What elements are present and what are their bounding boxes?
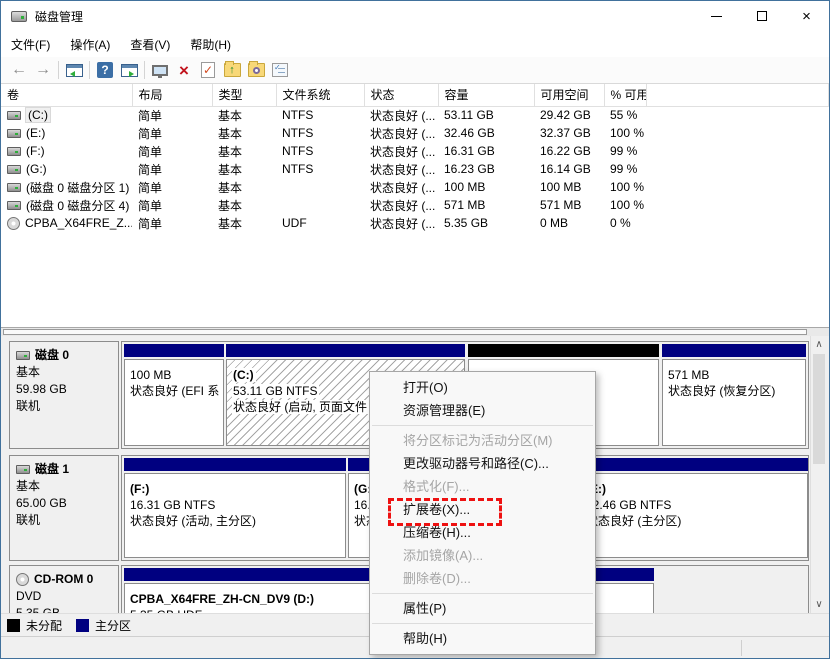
menu-item-explorer[interactable]: 资源管理器(E) [370, 399, 595, 422]
menu-action[interactable]: 操作(A) [60, 32, 120, 57]
cd-icon [7, 217, 20, 230]
menu-separator [372, 593, 593, 594]
table-row[interactable]: (C:) 简单基本 NTFS状态良好 (... 53.11 GB29.42 GB… [1, 106, 829, 124]
menu-item-change-drive-letter[interactable]: 更改驱动器号和路径(C)... [370, 452, 595, 475]
disk-1-label[interactable]: 磁盘 1 基本 65.00 GB 联机 [9, 455, 119, 561]
app-icon [11, 11, 27, 22]
volume-icon [7, 111, 21, 120]
minimize-icon [711, 16, 722, 17]
table-row[interactable]: (E:) 简单基本 NTFS状态良好 (... 32.46 GB32.37 GB… [1, 124, 829, 142]
close-button[interactable]: × [784, 1, 829, 31]
status-bar-divider [741, 640, 742, 656]
disk-management-window: 磁盘管理 × 文件(F) 操作(A) 查看(V) 帮助(H) ← → ? × ✓… [0, 0, 830, 659]
toolbar-separator [89, 61, 90, 79]
table-row[interactable]: (G:) 简单基本 NTFS状态良好 (... 16.23 GB16.14 GB… [1, 160, 829, 178]
table-header-row: 卷 布局 类型 文件系统 状态 容量 可用空间 % 可用 [1, 84, 829, 106]
menu-separator [372, 623, 593, 624]
menu-item-format: 格式化(F)... [370, 475, 595, 498]
cdrom-0-label[interactable]: CD-ROM 0 DVD 5.35 GB [9, 565, 119, 613]
menu-separator [372, 425, 593, 426]
menu-bar: 文件(F) 操作(A) 查看(V) 帮助(H) [1, 31, 829, 57]
action-pane-icon[interactable] [117, 59, 141, 81]
back-icon[interactable]: ← [7, 59, 31, 81]
primary-partition-bar [124, 458, 346, 471]
context-menu: 打开(O) 资源管理器(E) 将分区标记为活动分区(M) 更改驱动器号和路径(C… [369, 371, 596, 655]
col-layout[interactable]: 布局 [132, 84, 212, 106]
table-row[interactable]: CPBA_X64FRE_Z... 简单基本 UDF状态良好 (... 5.35 … [1, 214, 829, 232]
scroll-up-icon[interactable]: ∧ [811, 336, 827, 353]
check-disk-icon[interactable]: ✓ [196, 59, 220, 81]
volume-icon [7, 147, 21, 156]
table-row[interactable]: (磁盘 0 磁盘分区 4) 简单基本 状态良好 (... 571 MB571 M… [1, 196, 829, 214]
menu-item-delete-volume: 删除卷(D)... [370, 567, 595, 590]
partition-e[interactable]: (E:)32.46 GB NTFS状态良好 (主分区) [580, 458, 808, 558]
menu-item-extend-volume[interactable]: 扩展卷(X)... [370, 498, 595, 521]
help-icon[interactable]: ? [93, 59, 117, 81]
scroll-down-icon[interactable]: ∨ [811, 596, 827, 613]
partition-f[interactable]: (F:)16.31 GB NTFS状态良好 (活动, 主分区) [124, 458, 346, 558]
primary-partition-bar [580, 458, 808, 471]
legend-unallocated: 未分配 [7, 617, 62, 634]
disk-icon [16, 351, 30, 360]
toolbar-separator [144, 61, 145, 79]
close-icon: × [802, 9, 811, 24]
horizontal-scrollbar[interactable] [1, 327, 829, 336]
partition-recovery[interactable]: 571 MB状态良好 (恢复分区) [662, 344, 806, 446]
col-volume[interactable]: 卷 [1, 84, 132, 106]
toolbar: ← → ? × ✓ ↑ [1, 57, 829, 84]
menu-item-properties[interactable]: 属性(P) [370, 597, 595, 620]
volume-icon [7, 129, 21, 138]
primary-partition-bar [124, 344, 224, 357]
table-row[interactable]: (磁盘 0 磁盘分区 1) 简单基本 状态良好 (... 100 MB100 M… [1, 178, 829, 196]
col-capacity[interactable]: 容量 [438, 84, 534, 106]
volume-icon [7, 183, 21, 192]
disk-0-label[interactable]: 磁盘 0 基本 59.98 GB 联机 [9, 341, 119, 449]
horizontal-scrollbar-thumb[interactable] [3, 329, 807, 335]
folder-up-icon[interactable]: ↑ [220, 59, 244, 81]
legend-primary-partition: 主分区 [76, 617, 131, 634]
primary-partition-swatch [76, 619, 89, 632]
menu-item-open[interactable]: 打开(O) [370, 376, 595, 399]
primary-partition-bar [226, 344, 465, 357]
minimize-button[interactable] [694, 1, 739, 31]
maximize-button[interactable] [739, 1, 784, 31]
col-status[interactable]: 状态 [364, 84, 438, 106]
unallocated-bar [468, 344, 659, 357]
menu-help[interactable]: 帮助(H) [180, 32, 241, 57]
partition-efi[interactable]: 100 MB状态良好 (EFI 系 [124, 344, 224, 446]
maximize-icon [757, 11, 767, 21]
cd-icon [16, 573, 29, 586]
volume-list: 卷 布局 类型 文件系统 状态 容量 可用空间 % 可用 (C:) 简单基本 N… [1, 84, 829, 327]
table-row[interactable]: (F:) 简单基本 NTFS状态良好 (... 16.31 GB16.22 GB… [1, 142, 829, 160]
toolbar-separator [58, 61, 59, 79]
title-bar: 磁盘管理 × [1, 1, 829, 31]
disk-icon [16, 465, 30, 474]
menu-item-shrink-volume[interactable]: 压缩卷(H)... [370, 521, 595, 544]
window-title: 磁盘管理 [35, 8, 83, 25]
col-filesystem[interactable]: 文件系统 [276, 84, 364, 106]
menu-item-help[interactable]: 帮助(H) [370, 627, 595, 650]
primary-partition-bar [662, 344, 806, 357]
window-controls: × [694, 1, 829, 31]
properties-icon[interactable] [148, 59, 172, 81]
vertical-scrollbar[interactable]: ∧ ∨ [810, 336, 827, 613]
unallocated-swatch [7, 619, 20, 632]
folder-search-icon[interactable] [244, 59, 268, 81]
menu-file[interactable]: 文件(F) [1, 32, 60, 57]
volume-icon [7, 201, 21, 210]
console-tree-icon[interactable] [62, 59, 86, 81]
menu-item-mark-active: 将分区标记为活动分区(M) [370, 429, 595, 452]
col-pct-free[interactable]: % 可用 [604, 84, 646, 106]
vertical-scrollbar-thumb[interactable] [813, 354, 825, 464]
volume-icon [7, 165, 21, 174]
forward-icon[interactable]: → [31, 59, 55, 81]
menu-view[interactable]: 查看(V) [120, 32, 180, 57]
checklist-icon[interactable] [268, 59, 292, 81]
col-type[interactable]: 类型 [212, 84, 276, 106]
delete-icon[interactable]: × [172, 59, 196, 81]
col-free[interactable]: 可用空间 [534, 84, 604, 106]
col-empty [646, 84, 829, 106]
menu-item-add-mirror: 添加镜像(A)... [370, 544, 595, 567]
